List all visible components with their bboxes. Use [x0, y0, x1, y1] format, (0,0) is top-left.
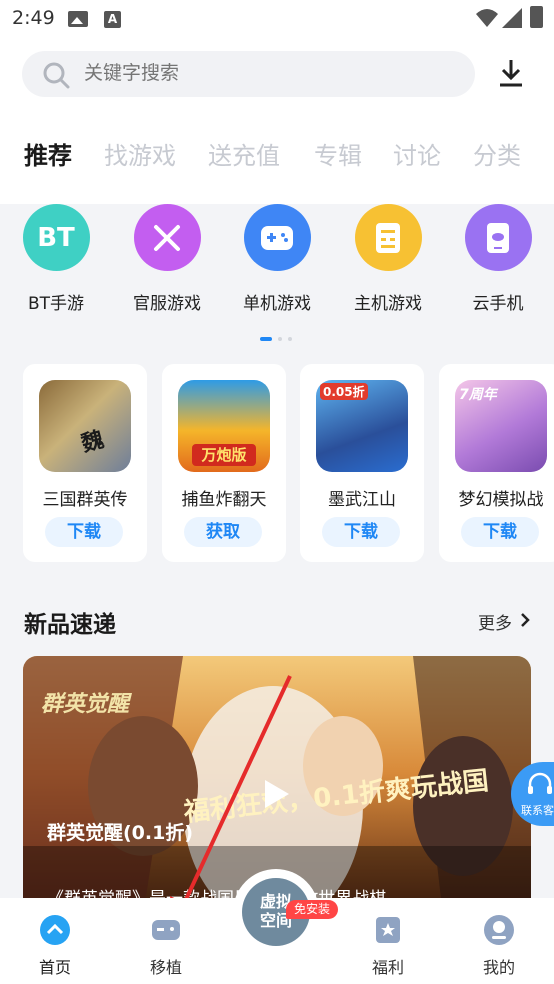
section-title: 新品速递: [24, 612, 116, 638]
signal-icon: [502, 8, 522, 28]
category-label: BT手游: [27, 294, 85, 314]
tab-albums[interactable]: 专辑: [314, 136, 362, 171]
tab-find-games[interactable]: 找游戏: [104, 136, 176, 171]
category-label: 云手机: [472, 294, 524, 314]
profile-icon: [484, 915, 514, 945]
tab-discussion[interactable]: 讨论: [393, 136, 441, 171]
text-notification-icon: A: [104, 11, 121, 28]
banner-logo: 群英觉醒: [41, 692, 130, 717]
game-card[interactable]: 万炮版 捕鱼炸翻天 获取: [162, 364, 286, 562]
category-cloud-phone[interactable]: 云手机: [448, 204, 548, 314]
headset-icon: [528, 772, 552, 794]
nav-label: 移植: [149, 958, 182, 977]
game-thumbnail: 万炮版: [178, 380, 270, 472]
category-bt-games[interactable]: BT BT手游: [6, 204, 106, 314]
search-icon: [43, 62, 70, 89]
home-icon: [40, 915, 70, 945]
bt-icon: BT: [22, 204, 90, 271]
page-dot-active: [260, 337, 272, 341]
game-card[interactable]: 魏 三国群英传 下载: [23, 364, 147, 562]
search-bar[interactable]: [22, 51, 475, 97]
header: 推荐 找游戏 送充值 专辑 讨论 分类: [0, 38, 554, 204]
chevron-right-icon[interactable]: [520, 612, 530, 628]
status-bar: 2:49 A: [0, 0, 554, 38]
tab-recommend[interactable]: 推荐: [24, 136, 72, 171]
gallery-notification-icon: [68, 11, 88, 27]
wifi-icon: [476, 9, 498, 27]
crossed-swords-icon: [133, 204, 201, 271]
nav-label: 福利: [371, 958, 404, 977]
nav-gifts[interactable]: 福利: [348, 898, 428, 984]
category-shortcuts: BT BT手游 官服游戏 单机游戏 主机游戏 云手机: [0, 200, 554, 352]
game-thumbnail: 魏: [39, 380, 131, 472]
get-button[interactable]: 获取: [184, 517, 262, 547]
gift-icon: [376, 917, 400, 943]
category-label: 单机游戏: [243, 294, 311, 314]
status-time: 2:49: [12, 7, 55, 29]
more-link[interactable]: 更多: [478, 609, 512, 634]
nav-label: 我的: [482, 958, 515, 977]
nav-label: 首页: [38, 958, 71, 977]
download-button[interactable]: 下载: [322, 517, 400, 547]
cloud-phone-icon: [464, 204, 532, 271]
banner-title: 群英觉醒(0.1折): [47, 822, 194, 844]
gamepad-icon: [243, 204, 311, 271]
console-icon: [354, 204, 422, 271]
port-icon: [152, 920, 180, 940]
search-input[interactable]: [84, 51, 329, 97]
page-dot: [278, 337, 282, 341]
game-name: 三国群英传: [42, 490, 128, 510]
game-name: 梦幻模拟战: [458, 490, 544, 510]
game-card[interactable]: 7周年 梦幻模拟战 下载: [439, 364, 554, 562]
download-button[interactable]: 下载: [461, 517, 539, 547]
tab-recharge[interactable]: 送充值: [208, 136, 280, 171]
tab-categories[interactable]: 分类: [473, 136, 521, 171]
game-name: 捕鱼炸翻天: [181, 490, 267, 510]
page-dot: [288, 337, 292, 341]
nav-home[interactable]: 首页: [15, 898, 95, 984]
download-icon[interactable]: [497, 58, 525, 88]
game-card[interactable]: 0.05折 墨武江山 下载: [300, 364, 424, 562]
service-label: 联系客服: [521, 804, 554, 817]
category-console-games[interactable]: 主机游戏: [338, 204, 438, 314]
game-thumbnail: 7周年: [455, 380, 547, 472]
install-free-badge: 免安装: [286, 900, 338, 919]
play-icon[interactable]: [263, 778, 291, 810]
battery-icon: [530, 6, 543, 28]
nav-profile[interactable]: 我的: [459, 898, 539, 984]
category-label: 主机游戏: [354, 294, 422, 314]
game-thumbnail: 0.05折: [316, 380, 408, 472]
category-label: 官服游戏: [133, 294, 201, 314]
download-button[interactable]: 下载: [45, 517, 123, 547]
category-single-player[interactable]: 单机游戏: [227, 204, 327, 314]
category-official-games[interactable]: 官服游戏: [117, 204, 217, 314]
game-name: 墨武江山: [328, 490, 396, 510]
nav-port[interactable]: 移植: [126, 898, 206, 984]
